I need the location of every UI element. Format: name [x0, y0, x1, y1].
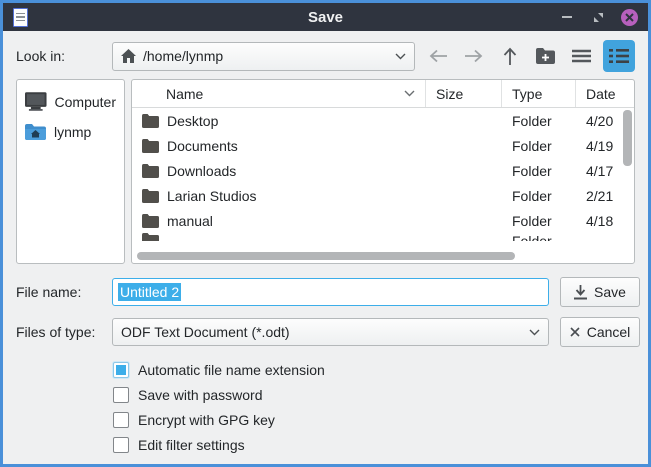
save-download-icon — [574, 285, 587, 300]
save-dialog: Save Look in: /home/lynmp — [0, 0, 651, 467]
table-row[interactable]: Documents Folder 4/19 — [132, 133, 634, 158]
file-list-panel: Name Size Type Date Desktop Folder 4/20 — [131, 79, 635, 264]
document-app-icon — [13, 8, 28, 27]
folder-icon — [142, 189, 159, 203]
back-arrow-icon — [429, 49, 448, 63]
file-type: Folder — [502, 138, 576, 154]
up-arrow-icon — [503, 47, 517, 66]
save-button[interactable]: Save — [560, 277, 640, 307]
file-name: manual — [167, 213, 213, 229]
minimize-button[interactable] — [558, 8, 576, 26]
option-checkbox[interactable]: Save with password — [113, 382, 635, 407]
titlebar[interactable]: Save — [3, 3, 648, 31]
back-button[interactable] — [424, 42, 452, 70]
folder-icon — [142, 114, 159, 128]
file-name: Desktop — [167, 113, 218, 129]
column-header-type[interactable]: Type — [502, 80, 576, 107]
file-type-value: ODF Text Document (*.odt) — [121, 324, 290, 340]
file-type: Folder — [502, 213, 576, 229]
table-row[interactable]: Desktop Folder 4/20 — [132, 108, 634, 133]
table-row[interactable]: Larian Studios Folder 2/21 — [132, 183, 634, 208]
options-list: Automatic file name extension Save with … — [113, 357, 635, 457]
chevron-down-icon — [395, 53, 406, 60]
folder-icon — [142, 164, 159, 178]
new-folder-button[interactable] — [531, 42, 559, 70]
checkbox-icon[interactable] — [113, 437, 129, 453]
short-view-icon — [572, 49, 591, 63]
home-icon — [121, 49, 136, 63]
up-button[interactable] — [496, 42, 524, 70]
file-name-value: Untitled 2 — [118, 283, 181, 301]
table-row[interactable]: manual Folder 4/18 — [132, 208, 634, 233]
places-sidebar: Computer lynmp — [16, 79, 125, 264]
option-checkbox[interactable]: Edit filter settings — [113, 432, 635, 457]
column-header-name[interactable]: Name — [132, 80, 426, 107]
detail-view-button[interactable] — [603, 40, 635, 72]
restore-icon — [592, 11, 605, 24]
option-label: Encrypt with GPG key — [138, 412, 275, 428]
home-folder-icon — [25, 123, 46, 140]
horizontal-scrollbar[interactable] — [137, 252, 616, 260]
new-folder-icon — [536, 48, 555, 64]
computer-icon — [25, 92, 47, 111]
table-row-partial[interactable]: Folder — [132, 233, 634, 241]
sidebar-item-label: Computer — [55, 94, 116, 110]
location-value: /home/lynmp — [143, 48, 223, 64]
file-type: Folder — [502, 113, 576, 129]
folder-icon — [142, 214, 159, 228]
close-icon — [621, 9, 638, 26]
short-view-button[interactable] — [567, 42, 595, 70]
forward-button[interactable] — [460, 42, 488, 70]
file-name-label: File name: — [16, 284, 112, 300]
column-header-date[interactable]: Date — [576, 80, 634, 107]
checkbox-icon[interactable] — [113, 387, 129, 403]
look-in-label: Look in: — [16, 48, 112, 64]
folder-icon — [142, 233, 159, 241]
minimize-icon — [562, 16, 572, 18]
checkbox-icon[interactable] — [113, 412, 129, 428]
option-label: Edit filter settings — [138, 437, 245, 453]
restore-button[interactable] — [589, 8, 607, 26]
cancel-x-icon — [570, 327, 580, 337]
vertical-scrollbar[interactable] — [623, 110, 632, 240]
folder-icon — [142, 139, 159, 153]
option-checkbox[interactable]: Automatic file name extension — [113, 357, 635, 382]
sidebar-item-label: lynmp — [54, 124, 91, 140]
detail-view-icon — [609, 48, 629, 64]
file-name: Larian Studios — [167, 188, 257, 204]
sort-ascending-icon — [404, 90, 415, 97]
column-header-size[interactable]: Size — [426, 80, 502, 107]
horizontal-scrollbar-thumb[interactable] — [137, 252, 515, 260]
file-name-input[interactable]: Untitled 2 — [112, 278, 549, 306]
file-name: Documents — [167, 138, 238, 154]
cancel-button[interactable]: Cancel — [560, 317, 640, 347]
file-type: Folder — [502, 163, 576, 179]
file-type-select[interactable]: ODF Text Document (*.odt) — [112, 318, 549, 346]
option-checkbox[interactable]: Encrypt with GPG key — [113, 407, 635, 432]
location-combobox[interactable]: /home/lynmp — [112, 42, 415, 71]
file-name: Downloads — [167, 163, 236, 179]
files-of-type-label: Files of type: — [16, 324, 112, 340]
chevron-down-icon — [529, 329, 540, 336]
option-label: Automatic file name extension — [138, 362, 325, 378]
vertical-scrollbar-thumb[interactable] — [623, 110, 632, 166]
file-rows: Desktop Folder 4/20 Documents Folder 4/1… — [132, 108, 634, 241]
file-type: Folder — [502, 188, 576, 204]
option-label: Save with password — [138, 387, 263, 403]
sidebar-item-computer[interactable]: Computer — [17, 86, 124, 117]
table-header: Name Size Type Date — [132, 80, 634, 108]
checkbox-icon[interactable] — [113, 362, 129, 378]
sidebar-item-home[interactable]: lynmp — [17, 117, 124, 146]
close-button[interactable] — [620, 8, 638, 26]
forward-arrow-icon — [464, 49, 483, 63]
table-row[interactable]: Downloads Folder 4/17 — [132, 158, 634, 183]
window-title: Save — [3, 9, 648, 26]
